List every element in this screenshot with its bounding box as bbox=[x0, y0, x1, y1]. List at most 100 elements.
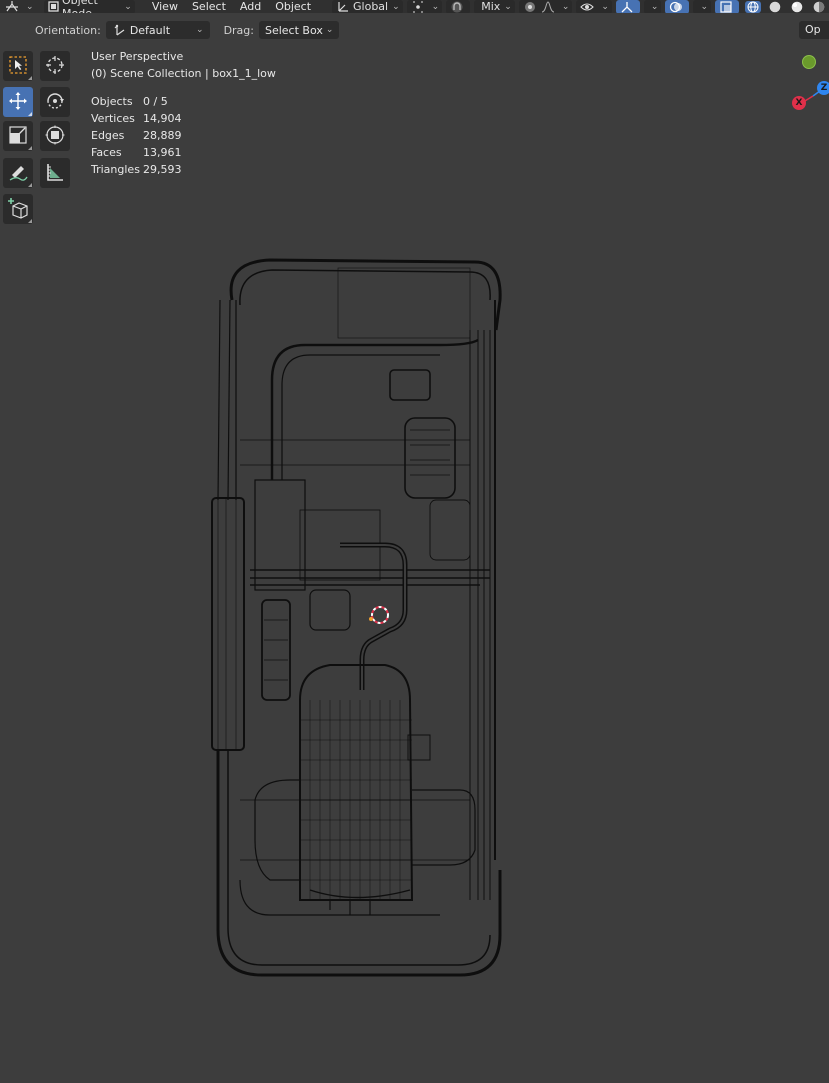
tool-measure[interactable] bbox=[40, 158, 70, 188]
chevron-down-icon: ⌄ bbox=[601, 1, 609, 12]
mode-label: Object Mode bbox=[62, 0, 98, 13]
gizmo-x-axis[interactable]: X bbox=[792, 96, 806, 110]
overlays-dropdown[interactable]: ⌄ bbox=[693, 0, 711, 13]
proportional-edit-icon bbox=[522, 1, 538, 13]
tool-cursor[interactable] bbox=[40, 51, 70, 81]
falloff-curve-icon bbox=[540, 0, 556, 13]
orientation-dropdown[interactable]: Default ⌄ bbox=[105, 21, 210, 39]
scale-icon bbox=[8, 125, 28, 148]
stat-label: Triangles bbox=[91, 163, 140, 176]
gizmo-y-axis[interactable] bbox=[802, 55, 816, 69]
orientation-value: Default bbox=[129, 23, 171, 37]
proportional-edit-toggle[interactable]: ⌄ bbox=[518, 0, 573, 13]
select-box-icon bbox=[8, 55, 28, 78]
visibility-eye-icon bbox=[579, 1, 595, 13]
stat-value: 14,904 bbox=[143, 112, 182, 125]
scene-collection-label: (0) Scene Collection | box1_1_low bbox=[91, 67, 276, 80]
stat-faces: Faces 13,961 bbox=[91, 144, 182, 161]
menu-object[interactable]: Object bbox=[268, 0, 318, 13]
scene-statistics: Objects 0 / 5 Vertices 14,904 Edges 28,8… bbox=[91, 93, 182, 178]
rendered-sphere-icon bbox=[811, 1, 827, 13]
chevron-down-icon: ⌄ bbox=[196, 25, 204, 35]
gizmo-icon bbox=[619, 1, 635, 13]
tool-settings-bar: Orientation: Default ⌄ Drag: Select Box … bbox=[0, 13, 829, 47]
material-sphere-icon bbox=[789, 1, 805, 13]
options-button[interactable]: Op bbox=[799, 21, 829, 39]
object-visibility-dropdown[interactable]: ⌄ bbox=[576, 0, 612, 13]
snap-target-dropdown[interactable]: Mix ⌄ bbox=[474, 0, 515, 13]
snap-magnet-icon bbox=[449, 1, 465, 13]
3d-cursor bbox=[369, 606, 389, 624]
stat-value: 29,593 bbox=[143, 163, 182, 176]
tool-scale[interactable] bbox=[3, 121, 33, 151]
object-mode-icon bbox=[47, 1, 60, 13]
chevron-down-icon: ⌄ bbox=[504, 1, 512, 12]
gizmo-dropdown[interactable]: ⌄ bbox=[643, 0, 662, 13]
orientation-label: Global bbox=[353, 0, 389, 13]
add-cube-icon bbox=[7, 197, 29, 222]
transform-orientation-dropdown[interactable]: Global ⌄ bbox=[332, 0, 403, 13]
tool-select-box[interactable] bbox=[3, 51, 33, 81]
shading-material-button[interactable] bbox=[787, 0, 809, 13]
menu-view[interactable]: View bbox=[145, 0, 185, 13]
orientation-label: Orientation: bbox=[35, 23, 101, 37]
stat-label: Objects bbox=[91, 95, 133, 108]
move-icon bbox=[8, 91, 28, 114]
shading-wireframe-button[interactable] bbox=[743, 0, 765, 13]
measure-ruler-icon bbox=[45, 162, 65, 185]
stat-value: 13,961 bbox=[143, 146, 182, 159]
tool-add-cube[interactable] bbox=[3, 194, 33, 224]
view-perspective-label: User Perspective bbox=[91, 50, 184, 63]
tool-rotate[interactable] bbox=[40, 87, 70, 117]
stat-label: Vertices bbox=[91, 112, 135, 125]
chevron-down-icon: ⌄ bbox=[650, 1, 659, 12]
chevron-down-icon: ⌄ bbox=[392, 1, 400, 12]
orientation-axes-icon bbox=[112, 24, 128, 36]
editor-type-icon bbox=[4, 0, 20, 13]
chevron-down-icon: ⌄ bbox=[124, 1, 132, 12]
chevron-down-icon: ⌄ bbox=[561, 1, 570, 12]
editor-type-button[interactable]: ⌄ bbox=[0, 0, 38, 13]
pivot-point-dropdown[interactable]: ⌄ bbox=[406, 0, 443, 13]
stat-value: 0 / 5 bbox=[143, 95, 168, 108]
overlays-icon bbox=[668, 1, 684, 13]
shading-solid-button[interactable] bbox=[765, 0, 787, 13]
stat-value: 28,889 bbox=[143, 129, 182, 142]
snap-mode-label: Mix bbox=[481, 0, 501, 13]
chevron-down-icon: ⌄ bbox=[431, 1, 440, 12]
chevron-down-icon: ⌄ bbox=[700, 1, 708, 12]
annotate-pencil-icon bbox=[8, 162, 28, 185]
menu-select[interactable]: Select bbox=[185, 0, 233, 13]
gizmo-z-axis[interactable]: Z bbox=[817, 81, 829, 95]
wireframe-model bbox=[211, 258, 502, 977]
drag-dropdown[interactable]: Select Box ⌄ bbox=[258, 21, 340, 39]
snap-toggle[interactable] bbox=[446, 0, 471, 13]
stat-objects: Objects 0 / 5 bbox=[91, 93, 182, 110]
cursor-icon bbox=[45, 55, 65, 78]
stat-edges: Edges 28,889 bbox=[91, 127, 182, 144]
shading-rendered-button[interactable] bbox=[809, 0, 829, 13]
transform-icon bbox=[45, 125, 65, 148]
3d-viewport[interactable] bbox=[0, 47, 829, 1080]
drag-value: Select Box bbox=[264, 23, 323, 37]
menu-add[interactable]: Add bbox=[233, 0, 268, 13]
pivot-point-icon bbox=[410, 1, 426, 13]
wireframe-sphere-icon bbox=[745, 0, 761, 13]
navigation-gizmo[interactable]: Z X bbox=[788, 50, 829, 112]
tool-annotate[interactable] bbox=[3, 158, 33, 188]
drag-label: Drag: bbox=[223, 23, 254, 37]
stat-vertices: Vertices 14,904 bbox=[91, 110, 182, 127]
tool-move[interactable] bbox=[3, 87, 33, 117]
stat-label: Faces bbox=[91, 146, 122, 159]
xray-toggle[interactable] bbox=[715, 0, 739, 13]
overlays-toggle[interactable] bbox=[665, 0, 690, 13]
gizmo-toggle[interactable] bbox=[615, 0, 640, 13]
viewport-header: ⌄ Object Mode ⌄ View Select Add Object G… bbox=[0, 0, 829, 13]
tool-transform[interactable] bbox=[40, 121, 70, 151]
mode-dropdown[interactable]: Object Mode ⌄ bbox=[43, 0, 135, 13]
chevron-down-icon: ⌄ bbox=[325, 25, 334, 35]
chevron-down-icon: ⌄ bbox=[26, 1, 34, 12]
solid-sphere-icon bbox=[767, 1, 783, 13]
orientation-axes-icon bbox=[335, 1, 351, 13]
rotate-icon bbox=[45, 91, 65, 114]
